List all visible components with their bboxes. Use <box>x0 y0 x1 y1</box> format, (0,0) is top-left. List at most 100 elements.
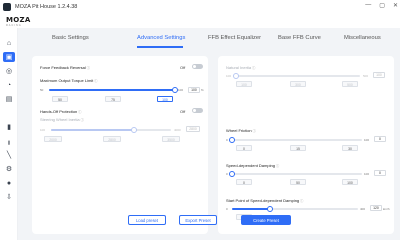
natural-preset-100[interactable]: 100 <box>236 81 252 87</box>
inertia-preset-2800[interactable]: 2800 <box>103 136 121 142</box>
speed-damping-slider[interactable] <box>229 171 362 177</box>
torque-preset-100[interactable]: 100 <box>157 96 173 102</box>
slider-knob[interactable] <box>233 73 239 79</box>
natural-preset-500[interactable]: 500 <box>342 81 358 87</box>
left-settings-card: Force Feedback Reversalⓘ Off Maximum Out… <box>32 56 208 234</box>
natural-inertia-min: 100 <box>226 74 232 78</box>
natural-inertia-slider[interactable] <box>233 73 360 79</box>
ffb-reversal-toggle[interactable] <box>192 64 203 69</box>
inertia-preset-3500[interactable]: 3500 <box>162 136 180 142</box>
tab-base-ffb-curve[interactable]: Base FFB Curve <box>278 35 321 41</box>
steering-inertia-max: 4000 <box>174 128 181 132</box>
inertia-preset-2000[interactable]: 2000 <box>44 136 62 142</box>
damping-preset-100[interactable]: 100 <box>342 179 358 185</box>
window-title: MOZA Pit House 1.2.4.38 <box>15 4 78 10</box>
maximize-button[interactable]: ▢ <box>379 2 385 9</box>
load-preset-button[interactable]: Load preset <box>128 215 166 225</box>
sidebar-account-icon[interactable]: ● <box>3 178 15 188</box>
friction-preset-0[interactable]: 0 <box>236 145 252 151</box>
minimize-button[interactable]: — <box>365 2 371 9</box>
steering-inertia-label: Steering Wheel Inertiaⓘ <box>40 117 84 122</box>
help-icon[interactable]: ⓘ <box>87 66 90 70</box>
sidebar-handbrake-icon[interactable]: ╲ <box>3 150 15 160</box>
wheel-friction-max: 100 <box>364 138 370 142</box>
wheel-friction-slider[interactable] <box>229 137 362 143</box>
sidebar-home-icon[interactable]: ⌂ <box>3 38 15 48</box>
close-button[interactable]: ✕ <box>393 2 398 9</box>
steering-inertia-value[interactable]: 2800 <box>186 126 200 132</box>
speed-damping-max: 100 <box>364 172 370 176</box>
help-icon[interactable]: ⓘ <box>81 118 84 122</box>
steering-inertia-slider[interactable] <box>51 127 171 133</box>
natural-inertia-value[interactable]: 100 <box>373 72 385 78</box>
app-logo-icon <box>3 3 11 11</box>
friction-preset-30[interactable]: 30 <box>342 145 358 151</box>
tab-basic-settings[interactable]: Basic Settings <box>52 35 89 41</box>
help-icon[interactable]: ⓘ <box>253 129 256 133</box>
damping-preset-50[interactable]: 50 <box>290 179 306 185</box>
wheel-friction-min: 0 <box>226 138 228 142</box>
window-controls: — ▢ ✕ <box>365 2 398 9</box>
slider-knob[interactable] <box>229 171 235 177</box>
hands-off-state: Off <box>180 109 186 114</box>
help-icon[interactable]: ⓘ <box>276 164 279 168</box>
title-bar: MOZA Pit House 1.2.4.38 — ▢ ✕ <box>0 0 400 14</box>
torque-limit-value[interactable]: 100 <box>188 87 200 93</box>
torque-limit-unit: % <box>201 88 204 92</box>
wheel-friction-value[interactable]: 0 <box>374 136 386 142</box>
steering-inertia-min: 100 <box>40 128 46 132</box>
sidebar-shifter-icon[interactable]: ╻ <box>3 136 15 146</box>
tab-miscellaneous[interactable]: Miscellaneous <box>344 35 381 41</box>
natural-inertia-label: Natural Inertiaⓘ <box>226 65 256 70</box>
slider-knob[interactable] <box>229 137 235 143</box>
ffb-reversal-label: Force Feedback Reversalⓘ <box>40 65 90 70</box>
torque-limit-min: 50 <box>40 88 44 92</box>
sidebar-gauge-icon[interactable]: ◔ <box>3 80 15 90</box>
damping-start-unit: km/h <box>383 207 390 211</box>
damping-start-max: 400 <box>360 207 366 211</box>
speed-damping-value[interactable]: 0 <box>374 170 386 176</box>
ffb-reversal-state: Off <box>180 65 186 70</box>
wheel-friction-label: Wheel Frictionⓘ <box>226 128 256 133</box>
settings-tabs: Basic Settings Advanced Settings FFB Eff… <box>38 32 394 48</box>
sidebar-wheelbase-icon[interactable]: ▣ <box>3 52 15 62</box>
friction-preset-15[interactable]: 15 <box>290 145 306 151</box>
main-content: Basic Settings Advanced Settings FFB Eff… <box>18 28 400 240</box>
sidebar-download-icon[interactable]: ⇩ <box>3 192 15 202</box>
slider-knob[interactable] <box>130 127 137 133</box>
torque-limit-label: Maximum Output Torque Limitⓘ <box>40 78 98 83</box>
slider-fill <box>51 129 134 131</box>
speed-damping-label: Speed-dependent Dampingⓘ <box>226 163 280 168</box>
damping-preset-0[interactable]: 0 <box>236 179 252 185</box>
torque-preset-50[interactable]: 50 <box>52 96 68 102</box>
help-icon[interactable]: ⓘ <box>300 199 303 203</box>
create-preset-button[interactable]: Create Preset <box>241 215 291 225</box>
sidebar-settings-icon[interactable]: ⚙ <box>3 164 15 174</box>
help-icon[interactable]: ⓘ <box>252 66 255 70</box>
help-icon[interactable]: ⓘ <box>78 110 81 114</box>
torque-limit-slider[interactable] <box>49 87 178 93</box>
brand-subtitle: RACING <box>6 24 22 27</box>
sidebar: ⌂ ▣ ◎ ◔ ▤ ▮ ╻ ╲ ⚙ ● ⇩ <box>0 28 18 240</box>
tab-advanced-settings[interactable]: Advanced Settings <box>137 35 185 41</box>
natural-inertia-max: 500 <box>363 74 369 78</box>
speed-damping-min: 0 <box>226 172 228 176</box>
sidebar-dashboard-icon[interactable]: ▤ <box>3 94 15 104</box>
damping-start-value[interactable]: 120 <box>370 205 382 211</box>
torque-preset-75[interactable]: 75 <box>105 96 121 102</box>
sidebar-pedals-icon[interactable]: ▮ <box>3 122 15 132</box>
help-icon[interactable]: ⓘ <box>94 79 97 83</box>
tab-ffb-effect-equalizer[interactable]: FFB Effect Equalizer <box>208 35 261 41</box>
slider-fill <box>49 89 175 91</box>
right-settings-card: Natural Inertiaⓘ 100 500 100 100 300 500… <box>218 56 394 234</box>
damping-start-min: 0 <box>226 207 228 211</box>
export-preset-button[interactable]: Export Preset <box>179 215 217 225</box>
damping-start-slider[interactable] <box>232 206 358 212</box>
brand-logo: MOZA <box>6 16 31 24</box>
hands-off-label: Hands-Off Protectionⓘ <box>40 109 82 114</box>
damping-start-label: Start Point of Speed-dependent Dampingⓘ <box>226 198 304 203</box>
slider-knob[interactable] <box>266 206 273 212</box>
natural-preset-300[interactable]: 300 <box>290 81 306 87</box>
hands-off-toggle[interactable] <box>192 108 203 113</box>
sidebar-steering-wheel-icon[interactable]: ◎ <box>3 66 15 76</box>
